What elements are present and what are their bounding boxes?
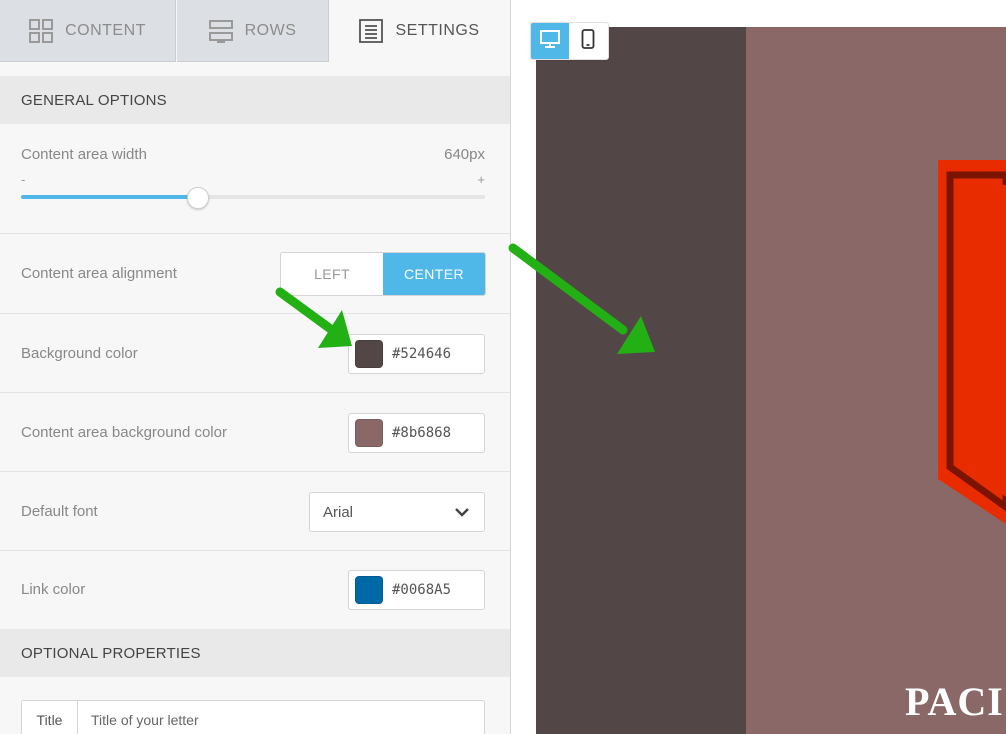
content-bg-color-hex[interactable]: #8b6868	[392, 425, 451, 441]
settings-list-icon	[359, 19, 384, 43]
default-font-row: Default font Arial	[0, 472, 510, 551]
align-left-button[interactable]: LEFT	[281, 253, 383, 295]
tab-content-label: CONTENT	[65, 21, 146, 39]
chevron-down-icon	[454, 505, 470, 523]
mobile-view-button[interactable]	[569, 23, 607, 59]
tab-rows-label: ROWS	[244, 21, 297, 39]
preview-heading-text: PACI	[905, 679, 1004, 724]
content-bg-color-row: Content area background color #8b6868	[0, 393, 510, 472]
rows-icon	[208, 19, 233, 43]
tab-rows[interactable]: ROWS	[177, 0, 329, 62]
width-slider-track[interactable]	[21, 195, 485, 199]
align-center-button[interactable]: CENTER	[383, 253, 485, 295]
background-color-hex[interactable]: #524646	[392, 346, 451, 362]
content-width-value: 640px	[444, 146, 485, 163]
tab-settings[interactable]: SETTINGS	[329, 0, 510, 62]
link-color-hex[interactable]: #0068A5	[392, 582, 451, 598]
link-color-label: Link color	[21, 581, 86, 598]
content-bg-color-picker[interactable]: #8b6868	[348, 413, 485, 453]
background-color-row: Background color #524646	[0, 314, 510, 393]
content-width-row: Content area width 640px - +	[0, 124, 510, 234]
alignment-row: Content area alignment LEFT CENTER	[0, 234, 510, 314]
view-mode-switcher	[530, 22, 609, 60]
desktop-view-button[interactable]	[531, 23, 569, 59]
grid-icon	[29, 18, 54, 43]
title-input[interactable]: Title of your letter	[78, 701, 484, 734]
panel-tabs: CONTENT ROWS SETTINGS	[0, 0, 510, 62]
background-color-label: Background color	[21, 345, 138, 362]
slider-min-label: -	[21, 172, 26, 187]
slider-max-label: +	[477, 172, 485, 187]
width-slider-thumb[interactable]	[187, 187, 209, 209]
general-options-header: GENERAL OPTIONS	[0, 76, 510, 124]
content-bg-color-swatch[interactable]	[355, 419, 383, 447]
settings-panel: CONTENT ROWS SETTINGS GENERAL OPTIONS Co…	[0, 0, 511, 734]
link-color-row: Link color #0068A5	[0, 551, 510, 629]
default-font-select[interactable]: Arial	[309, 492, 485, 532]
background-color-picker[interactable]: #524646	[348, 334, 485, 374]
desktop-icon	[540, 29, 560, 53]
title-addon: Title	[22, 701, 78, 734]
email-canvas	[536, 27, 1006, 734]
link-color-picker[interactable]: #0068A5	[348, 570, 485, 610]
tab-settings-label: SETTINGS	[395, 22, 480, 39]
width-slider-fill	[21, 195, 197, 199]
default-font-value: Arial	[323, 503, 354, 521]
alignment-toggle: LEFT CENTER	[280, 252, 486, 296]
content-bg-color-label: Content area background color	[21, 424, 227, 441]
alignment-label: Content area alignment	[21, 265, 177, 282]
content-width-label: Content area width	[21, 146, 147, 163]
link-color-swatch[interactable]	[355, 576, 383, 604]
background-color-swatch[interactable]	[355, 340, 383, 368]
mobile-icon	[581, 28, 595, 54]
red-badge-graphic	[938, 160, 1006, 524]
optional-properties-header: OPTIONAL PROPERTIES	[0, 629, 510, 677]
default-font-label: Default font	[21, 503, 98, 520]
title-input-group: Title Title of your letter	[21, 700, 485, 734]
outer-background	[536, 27, 746, 734]
tab-content[interactable]: CONTENT	[0, 0, 176, 62]
